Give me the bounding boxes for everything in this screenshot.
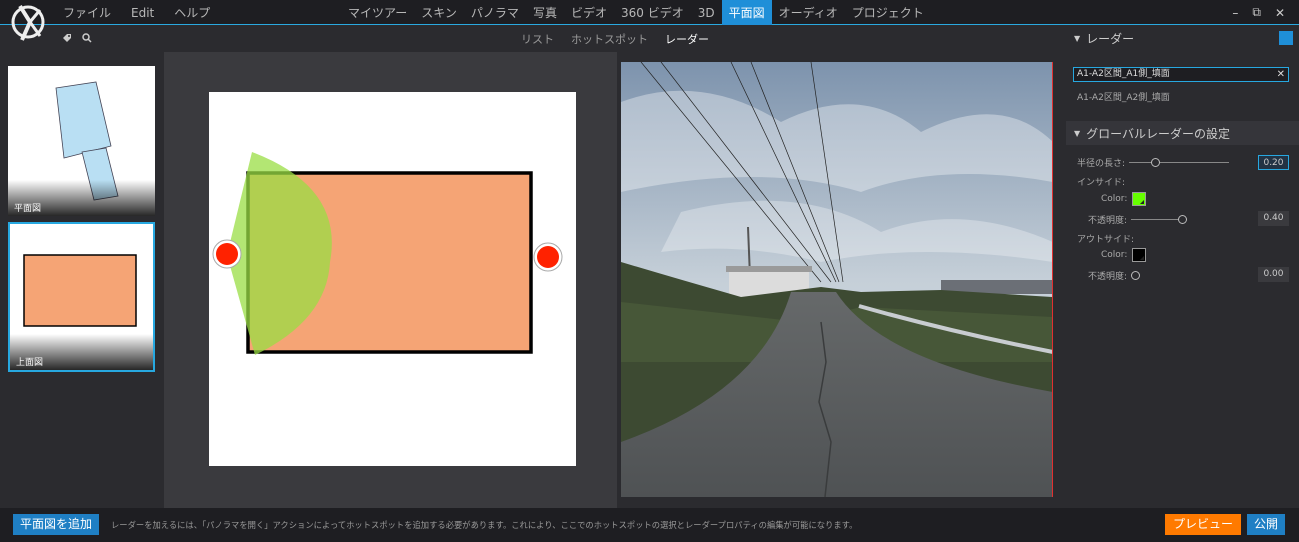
panorama-preview-area [617, 52, 1066, 508]
radar-section-header[interactable]: ▼ レーダー [1066, 26, 1299, 50]
floorplan-list-panel: 平面図 上面図 [0, 26, 164, 508]
main-tabs: マイツアー スキン パノラマ 写真 ビデオ 360 ビデオ 3D 平面図 オーデ… [341, 0, 931, 25]
tab-floorplan[interactable]: 平面図 [721, 0, 772, 25]
inside-opacity-knob[interactable] [1178, 215, 1188, 224]
radius-row: 半径の長さ: [1077, 156, 1230, 169]
subtab-hotspot[interactable]: ホットスポット [571, 31, 648, 47]
tab-photo[interactable]: 写真 [526, 0, 564, 25]
outside-opacity-slider[interactable] [1131, 271, 1141, 280]
outside-opacity-knob[interactable] [1131, 271, 1141, 280]
tab-skin[interactable]: スキン [414, 0, 464, 25]
clear-search-icon[interactable]: ✕ [1277, 68, 1285, 81]
restore-icon[interactable]: ⧉ [1252, 5, 1261, 20]
inside-color-row: Color: [1101, 192, 1147, 206]
radar-search-input[interactable]: A1-A2区間_A1側_填面 ✕ [1073, 67, 1289, 82]
floorplan-editor [164, 52, 617, 508]
radius-slider-knob[interactable] [1151, 158, 1161, 167]
inside-opacity-row: 不透明度: [1088, 213, 1188, 226]
tab-my-tour[interactable]: マイツアー [341, 0, 414, 25]
inside-color-label: Color: [1101, 194, 1128, 204]
app-logo [11, 4, 45, 41]
add-floorplan-button[interactable]: 平面図を追加 [13, 514, 100, 535]
radius-slider[interactable] [1129, 158, 1230, 167]
outside-label: アウトサイド: [1077, 235, 1135, 245]
radar-hint-text: レーダーを加えるには、「パノラマを開く」アクションによってホットスポットを追加す… [111, 520, 858, 530]
menu-left: ファイル Edit ヘルプ [63, 0, 230, 25]
subtabs: リスト ホットスポット レーダー [164, 26, 1066, 52]
outside-color-row: Color: [1101, 248, 1147, 262]
tag-icon[interactable] [62, 33, 72, 46]
global-radar-title: グローバルレーダーの設定 [1086, 126, 1231, 141]
close-icon[interactable]: ✕ [1275, 6, 1285, 20]
outside-opacity-label: 不透明度: [1088, 272, 1128, 282]
collapse-triangle-icon: ▼ [1074, 33, 1081, 43]
search-icon[interactable] [82, 32, 92, 46]
outside-color-label: Color: [1101, 250, 1128, 260]
menu-help[interactable]: ヘルプ [174, 4, 210, 21]
global-radar-header[interactable]: ▼ グローバルレーダーの設定 [1066, 121, 1299, 145]
radar-section-title: レーダー [1086, 31, 1135, 46]
subtab-radar[interactable]: レーダー [665, 31, 709, 47]
inside-color-swatch[interactable] [1132, 192, 1147, 206]
tab-3d[interactable]: 3D [691, 0, 722, 25]
outside-opacity-value[interactable]: 0.00 [1258, 267, 1289, 282]
inside-opacity-slider[interactable] [1131, 215, 1188, 224]
bottom-bar: 平面図を追加 レーダーを加えるには、「パノラマを開く」アクションによってホットス… [0, 508, 1299, 542]
radar-list-item[interactable]: A1-A2区間_A2側_填面 [1077, 90, 1170, 103]
inside-label: インサイド: [1077, 178, 1126, 188]
floorplan-thumb-1[interactable]: 平面図 [8, 66, 155, 216]
tab-video[interactable]: ビデオ [564, 0, 614, 25]
window-controls: – ⧉ ✕ [1232, 0, 1285, 25]
hotspot-right[interactable] [533, 242, 563, 272]
inside-opacity-label: 不透明度: [1088, 216, 1128, 226]
hotspot-left[interactable] [212, 239, 242, 269]
tab-panorama[interactable]: パノラマ [464, 0, 526, 25]
add-radar-button[interactable] [1279, 31, 1293, 45]
properties-panel: ▼ レーダー A1-A2区間_A1側_填面 ✕ A1-A2区間_A2側_填面 ▼… [1066, 26, 1299, 508]
menu-file[interactable]: ファイル [63, 4, 111, 21]
floorplan-thumb-1-label: 平面図 [8, 180, 155, 216]
tab-audio[interactable]: オーディオ [772, 0, 845, 25]
radar-search-value: A1-A2区間_A1側_填面 [1077, 69, 1170, 79]
collapse-triangle-icon: ▼ [1074, 128, 1081, 138]
tab-project[interactable]: プロジェクト [845, 0, 931, 25]
outside-opacity-row: 不透明度: [1088, 269, 1141, 282]
floorplan-thumb-2-label: 上面図 [10, 334, 153, 370]
subtab-list[interactable]: リスト [521, 31, 554, 47]
publish-button[interactable]: 公開 [1247, 514, 1285, 535]
minimize-icon[interactable]: – [1232, 6, 1238, 20]
radius-label: 半径の長さ: [1077, 159, 1126, 169]
panorama-preview[interactable] [621, 62, 1053, 497]
menu-edit[interactable]: Edit [131, 6, 154, 20]
menu-bar: ファイル Edit ヘルプ マイツアー スキン パノラマ 写真 ビデオ 360 … [0, 0, 1299, 25]
preview-button[interactable]: プレビュー [1165, 514, 1241, 535]
inside-opacity-value[interactable]: 0.40 [1258, 211, 1289, 226]
floorplan-canvas[interactable] [209, 92, 576, 466]
radius-value[interactable]: 0.20 [1258, 155, 1289, 170]
tab-360-video[interactable]: 360 ビデオ [614, 0, 691, 25]
outside-color-swatch[interactable] [1132, 248, 1147, 262]
floorplan-thumb-2[interactable]: 上面図 [8, 222, 155, 372]
